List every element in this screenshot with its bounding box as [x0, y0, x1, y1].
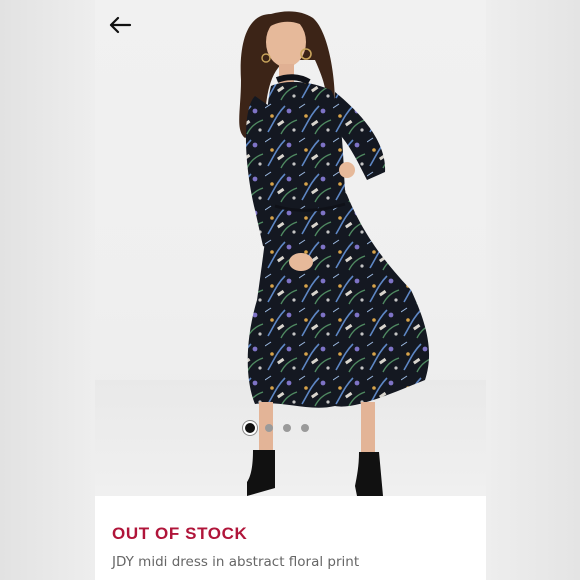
right-margin — [485, 0, 580, 580]
product-title: JDY midi dress in abstract floral print — [112, 554, 360, 570]
arrow-left-icon — [109, 16, 132, 34]
gallery-dot-3[interactable] — [283, 424, 291, 432]
product-detail-screen: OUT OF STOCK JDY midi dress in abstract … — [95, 0, 486, 580]
back-button[interactable] — [105, 12, 135, 38]
model-illustration — [239, 11, 430, 496]
gallery-dot-1[interactable] — [245, 423, 255, 433]
gallery-pagination — [245, 423, 309, 433]
product-image[interactable] — [95, 0, 486, 496]
gallery-dot-2[interactable] — [265, 424, 273, 432]
gallery-dot-4[interactable] — [301, 424, 309, 432]
stock-status: OUT OF STOCK — [112, 524, 248, 543]
left-margin — [0, 0, 95, 580]
